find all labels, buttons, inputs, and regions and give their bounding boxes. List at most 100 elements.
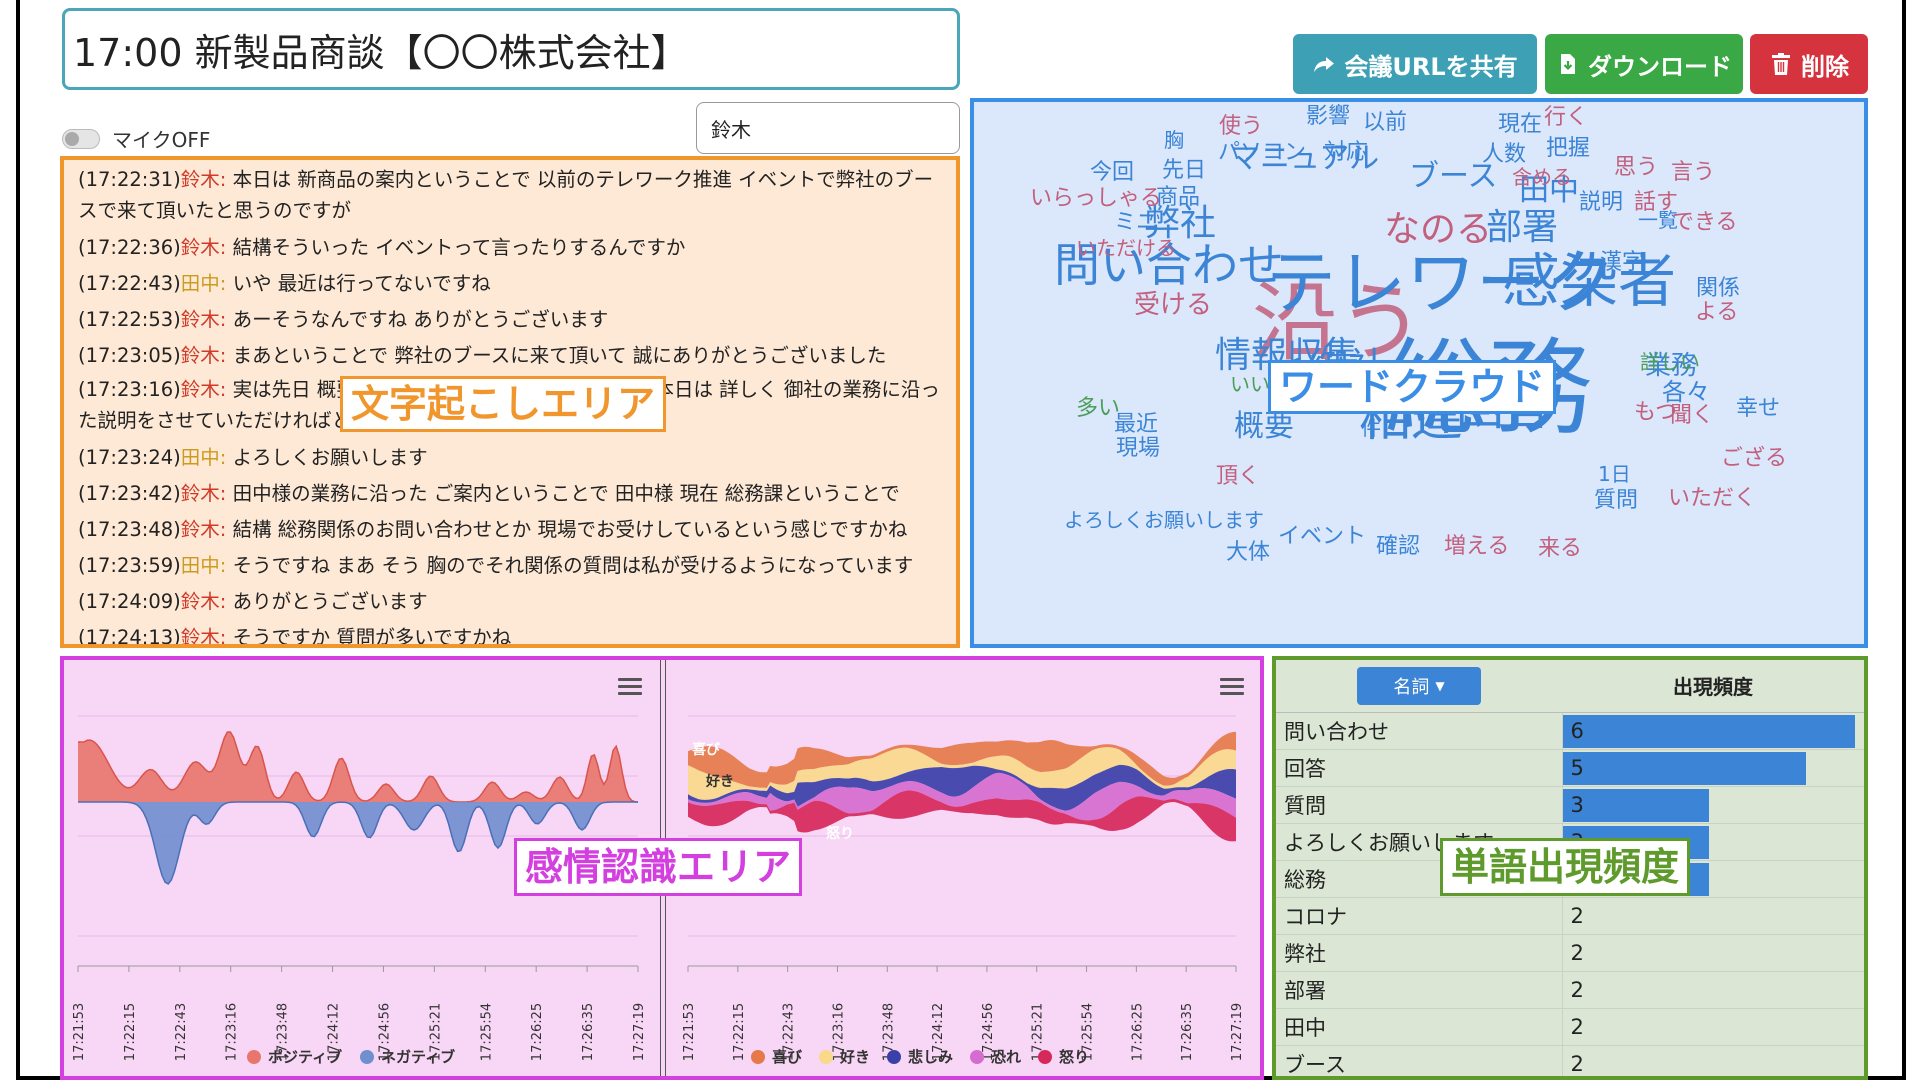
word-cloud-word: よろしくお願いします: [1064, 508, 1264, 532]
table-row: 回答 5: [1276, 749, 1864, 787]
frequency-word: 質問: [1276, 786, 1563, 824]
delete-label: 削除: [1801, 52, 1849, 81]
word-cloud-word: 胸: [1164, 128, 1184, 152]
word-cloud-word: 聞く: [1670, 403, 1715, 428]
transcript-time: (17:22:53): [78, 308, 181, 331]
word-cloud-word: 思う: [1614, 155, 1659, 180]
legend-label: 喜び: [772, 1048, 802, 1066]
word-cloud-word: 1日: [1598, 462, 1631, 486]
transcript-line: (17:23:59)田中: そうですね まあ そう 胸のでそれ関係の質問は私が受…: [78, 548, 950, 584]
frequency-count: 2: [1570, 940, 1584, 965]
transcript-line: (17:22:36)鈴木: 結構そういった イベントって言ったりするんですか: [78, 230, 950, 266]
transcript-speaker: 田中:: [180, 554, 233, 577]
transcript-line: (17:22:43)田中: いや 最近は行ってないですね: [78, 266, 950, 302]
legend-marker: [247, 1050, 261, 1064]
word-cloud-word: 関係: [1696, 276, 1741, 301]
frequency-count-cell: 5: [1562, 749, 1864, 787]
word-cloud-word: 受ける: [1134, 290, 1213, 320]
x-tick-label: 17:22:15: [732, 1003, 747, 1061]
transcript-area-label: 文字起こしエリア: [340, 376, 667, 432]
legend-label: 怒り: [1059, 1048, 1089, 1066]
share-url-label: 会議URLを共有: [1344, 52, 1518, 81]
legend-label: 好き: [839, 1048, 870, 1066]
transcript-speaker: 田中:: [180, 272, 233, 295]
table-row: 質問 3: [1276, 786, 1864, 824]
trash-icon: [1772, 53, 1790, 75]
positive-area: [78, 732, 638, 802]
word-cloud-word: 部署: [1486, 207, 1559, 248]
transcript-time: (17:22:43): [78, 272, 181, 295]
word-cloud-word: 商品: [1156, 185, 1201, 210]
x-tick-label: 17:26:35: [581, 1003, 596, 1061]
transcript-speaker: 鈴木:: [180, 626, 233, 648]
word-cloud-word: 先日: [1162, 158, 1207, 183]
frequency-bar: [1562, 714, 1855, 748]
word-cloud-word: 質問: [1594, 488, 1639, 513]
frequency-word: 問い合わせ: [1276, 712, 1563, 750]
transcript-speaker: 鈴木:: [180, 236, 233, 259]
transcript-text: いや 最近は行ってないですね: [232, 272, 491, 295]
speaker-input[interactable]: [696, 102, 960, 154]
transcript-time: (17:23:42): [78, 482, 181, 505]
transcript-time: (17:23:48): [78, 518, 181, 541]
table-row: 問い合わせ 6: [1276, 712, 1864, 750]
word-cloud-label: ワードクラウド: [1268, 360, 1557, 414]
x-tick-label: 17:25:54: [479, 1003, 494, 1061]
frequency-word: コロナ: [1276, 897, 1563, 935]
x-tick-label: 17:26:25: [1130, 1003, 1145, 1061]
word-cloud-word: 含める: [1512, 165, 1572, 189]
frequency-bar: [1562, 788, 1709, 822]
word-cloud-word: ミニ: [1114, 210, 1159, 235]
word-cloud-word: 最近: [1114, 412, 1159, 437]
mic-toggle[interactable]: マイクOFF: [62, 124, 210, 153]
word-cloud-word: いただく: [1668, 486, 1757, 511]
emotion-stream-label: 喜び: [692, 741, 721, 758]
transcript-line: (17:24:09)鈴木: ありがとうございます: [78, 584, 950, 620]
word-cloud-word: 今回: [1090, 160, 1135, 185]
transcript-time: (17:24:09): [78, 590, 181, 613]
transcript-text: そうですか 質問が多いですかね: [232, 626, 512, 648]
legend-marker: [1038, 1050, 1052, 1064]
transcript-text: まあということで 弊社のブースに来て頂いて 誠にありがとうございました: [232, 344, 887, 367]
word-cloud-word: いらっしゃる: [1030, 186, 1163, 211]
transcript-text: そうですね まあ そう 胸のでそれ関係の質問は私が受けるようになっています: [232, 554, 914, 577]
legend-label: 悲しみ: [908, 1048, 953, 1066]
word-cloud-word: パソコン: [1218, 140, 1307, 165]
word-cloud-word: 影響: [1306, 104, 1351, 129]
word-cloud-word: 言う: [1671, 160, 1716, 185]
word-cloud-word: 以前: [1363, 110, 1408, 135]
share-url-button[interactable]: 会議URLを共有: [1293, 34, 1537, 94]
word-cloud-word: 一覧: [1638, 208, 1678, 232]
table-row: 田中 2: [1276, 1008, 1864, 1046]
word-cloud-word: 確認: [1376, 534, 1421, 559]
transcript-time: (17:22:36): [78, 236, 181, 259]
meeting-title[interactable]: 17:00 新製品商談【〇〇株式会社】: [62, 8, 960, 90]
file-download-icon: [1561, 54, 1575, 74]
transcript-time: (17:23:05): [78, 344, 181, 367]
delete-button[interactable]: 削除: [1750, 34, 1868, 94]
transcript-speaker: 田中:: [180, 446, 233, 469]
word-cloud-word: 把握: [1546, 136, 1591, 161]
transcript-line: (17:23:05)鈴木: まあということで 弊社のブースに来て頂いて 誠にあり…: [78, 338, 950, 374]
x-tick-label: 17:26:35: [1180, 1003, 1195, 1061]
emotion-stream-label: 怒り: [826, 825, 854, 842]
word-cloud-word: 来る: [1538, 536, 1583, 561]
frequency-count: 2: [1570, 1014, 1584, 1039]
frequency-word: 田中: [1276, 1008, 1563, 1046]
transcript-time: (17:23:24): [78, 446, 181, 469]
frequency-count-cell: 2: [1562, 934, 1864, 972]
transcript-time: (17:23:16): [78, 378, 181, 401]
pos-filter-dropdown[interactable]: 名詞 ▼: [1357, 666, 1481, 705]
x-tick-label: 17:23:16: [225, 1003, 240, 1061]
legend-marker: [819, 1050, 833, 1064]
word-cloud-word: 現場: [1116, 436, 1161, 461]
frequency-count-header: 出現頻度: [1562, 660, 1864, 713]
mic-switch[interactable]: [62, 128, 100, 149]
transcript-line: (17:22:53)鈴木: あーそうなんですね ありがとうございます: [78, 302, 950, 338]
download-label: ダウンロード: [1588, 52, 1732, 81]
word-cloud-word: いただける: [1076, 236, 1176, 260]
frequency-count: 2: [1570, 903, 1584, 928]
download-button[interactable]: ダウンロード: [1545, 34, 1743, 94]
legend-label: 恐れ: [991, 1048, 1021, 1066]
frequency-filter-header: 名詞 ▼: [1276, 660, 1562, 713]
